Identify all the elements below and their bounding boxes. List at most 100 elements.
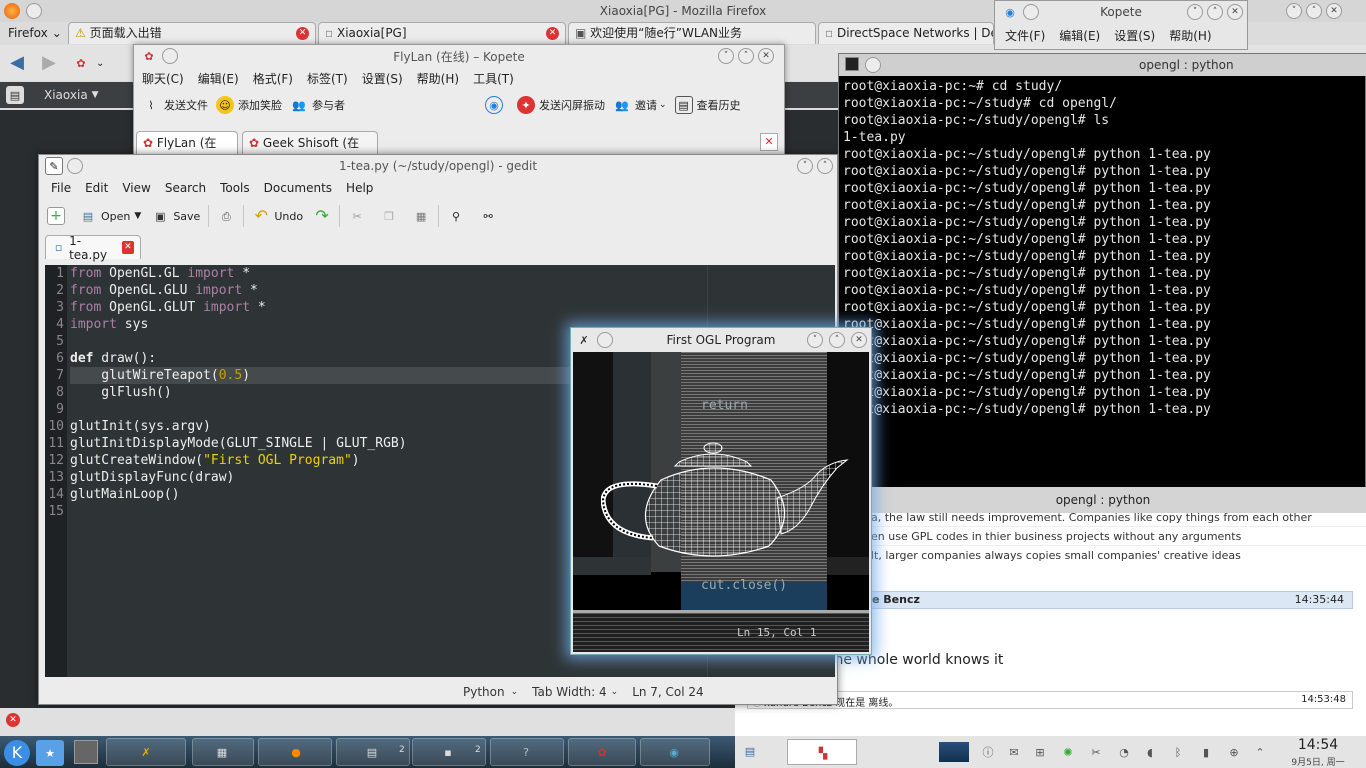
replace-icon[interactable]: ⚯ <box>479 207 497 225</box>
nudge-button[interactable]: 发送闪屏振动 <box>539 97 605 113</box>
menu-documents[interactable]: Documents <box>264 181 332 195</box>
display-icon[interactable]: ▤ <box>741 742 759 760</box>
open-button[interactable]: Open <box>101 210 130 223</box>
firefox-tab-4[interactable]: ▫ DirectSpace Networks | Dec <box>818 22 994 44</box>
battery-icon[interactable]: ▮ <box>1197 743 1215 761</box>
send-file-button[interactable]: 发送文件 <box>164 97 208 113</box>
menu-edit[interactable]: 编辑(E) <box>198 70 239 87</box>
chat-tab-flylan[interactable]: ✿ FlyLan (在线) <box>136 131 238 172</box>
maximize-icon[interactable]: ˄ <box>1306 3 1322 19</box>
task-gimp[interactable]: ✗ <box>106 738 186 766</box>
task-files[interactable]: ▤ 2 <box>336 738 410 766</box>
wifi-icon[interactable]: ◔ <box>1115 743 1133 761</box>
task-kopete[interactable]: ◉ <box>640 738 710 766</box>
chevron-down-icon[interactable]: ⌄ <box>659 100 667 110</box>
terminal-output[interactable]: root@xiaoxia-pc:~# cd study/ root@xiaoxi… <box>843 78 1211 418</box>
participants-button[interactable]: 参与者 <box>312 97 345 113</box>
chevron-down-icon[interactable]: ⌄ <box>611 687 619 697</box>
chat-tab-geek[interactable]: ✿ Geek Shisoft (在线) <box>242 131 378 172</box>
maximize-icon[interactable]: ˄ <box>829 332 845 348</box>
globe-icon[interactable]: ⊕ <box>1225 743 1243 761</box>
task-calc[interactable]: ▦ <box>192 738 254 766</box>
add-smiley-button[interactable]: 添加笑脸 <box>238 97 282 113</box>
task-help[interactable]: ? <box>490 738 564 766</box>
folder-icon[interactable]: ★ <box>36 740 64 766</box>
task-terminal[interactable]: ▪ 2 <box>412 738 486 766</box>
maximize-icon[interactable]: ˄ <box>1207 4 1223 20</box>
task-firefox[interactable]: ● <box>258 738 332 766</box>
history-button[interactable]: 查看历史 <box>697 97 741 113</box>
home-icon[interactable]: ✿ <box>72 54 90 72</box>
close-icon[interactable]: ✕ <box>1326 3 1342 19</box>
kopete-status-icon[interactable]: ◉ <box>485 96 503 114</box>
close-tab-icon[interactable]: ✕ <box>760 133 778 151</box>
forward-icon[interactable]: ▶ <box>40 54 58 72</box>
chevron-down-icon[interactable]: ⌄ <box>96 58 104 69</box>
chevron-down-icon[interactable]: ⌄ <box>511 687 519 697</box>
menu-help[interactable]: Help <box>346 181 373 195</box>
error-icon[interactable]: ✕ <box>6 713 20 727</box>
kde-launcher-icon[interactable]: K <box>4 740 30 766</box>
save-button[interactable]: Save <box>173 210 200 223</box>
close-tab-icon[interactable]: ✕ <box>296 27 309 40</box>
copy-icon[interactable]: ❐ <box>380 207 398 225</box>
tray-arrow-icon[interactable]: ⌃ <box>1251 743 1269 761</box>
scissors-icon[interactable]: ✂ <box>1087 743 1105 761</box>
close-icon[interactable]: ✕ <box>758 48 774 64</box>
firefox-tab-2[interactable]: ▫ Xiaoxia[PG] ✕ <box>318 22 566 44</box>
close-tab-icon[interactable]: ✕ <box>546 27 559 40</box>
undo-button[interactable]: Undo <box>274 210 303 223</box>
menu-tools[interactable]: Tools <box>220 181 250 195</box>
minimize-icon[interactable]: ˅ <box>797 158 813 174</box>
firefox-menu-button[interactable]: Firefox ⌄ <box>0 22 62 44</box>
menu-file[interactable]: 文件(F) <box>1005 27 1045 44</box>
network-icon[interactable]: ⊞ <box>1031 743 1049 761</box>
maximize-icon[interactable]: ˄ <box>817 158 833 174</box>
update-icon[interactable]: ✺ <box>1059 743 1077 761</box>
menu-settings[interactable]: 设置(S) <box>1114 27 1155 44</box>
print-icon[interactable]: ⎙ <box>217 207 235 225</box>
tab-width-selector[interactable]: Tab Width: 4 <box>532 685 606 699</box>
desktop-pager-icon[interactable] <box>74 740 98 764</box>
opengl-canvas[interactable]: return cut.close() Ln 15, Col 1 <box>573 352 869 652</box>
workspace-preview[interactable] <box>939 742 969 762</box>
find-icon[interactable]: ⚲ <box>447 207 465 225</box>
menu-tools[interactable]: 工具(T) <box>473 70 514 87</box>
menu-help[interactable]: 帮助(H) <box>1169 27 1211 44</box>
cut-icon[interactable]: ✂ <box>348 207 366 225</box>
firefox-tab-1[interactable]: ⚠ 页面载入出错 ✕ <box>68 22 316 44</box>
close-icon[interactable]: ✕ <box>851 332 867 348</box>
back-icon[interactable]: ◀ <box>8 54 26 72</box>
window-menu-icon[interactable] <box>865 57 881 73</box>
menu-settings[interactable]: 设置(S) <box>362 70 403 87</box>
volume-icon[interactable]: ◖ <box>1141 743 1159 761</box>
clock-time[interactable]: 14:54 <box>1275 737 1361 753</box>
menu-edit[interactable]: 编辑(E) <box>1059 27 1100 44</box>
language-selector[interactable]: Python <box>463 685 505 699</box>
maximize-icon[interactable]: ˄ <box>738 48 754 64</box>
menu-tabs[interactable]: 标签(T) <box>307 70 348 87</box>
minimize-icon[interactable]: ˅ <box>718 48 734 64</box>
active-task[interactable]: ▚ <box>787 739 857 765</box>
menu-view[interactable]: View <box>122 181 150 195</box>
bookmark-xiaoxia[interactable]: Xiaoxia <box>44 88 88 102</box>
menu-help[interactable]: 帮助(H) <box>417 70 459 87</box>
info-icon[interactable]: ⓘ <box>979 743 997 761</box>
close-tab-icon[interactable]: ✕ <box>121 241 134 254</box>
firefox-tab-3[interactable]: ▣ 欢迎使用“随e行”WLAN业务 <box>568 22 816 44</box>
redo-icon[interactable]: ↷ <box>313 207 331 225</box>
task-kopete-chat[interactable]: ✿ <box>568 738 636 766</box>
menu-chat[interactable]: 聊天(C) <box>142 70 184 87</box>
minimize-icon[interactable]: ˅ <box>1286 3 1302 19</box>
menu-file[interactable]: File <box>51 181 71 195</box>
minimize-icon[interactable]: ˅ <box>1187 4 1203 20</box>
gedit-tab-1-tea[interactable]: ▫ 1-tea.py ✕ <box>45 234 141 262</box>
terminal-tab[interactable]: opengl : python <box>839 487 1366 513</box>
mail-icon[interactable]: ✉ <box>1005 743 1023 761</box>
invite-button[interactable]: 邀请 <box>635 97 657 113</box>
new-document-icon[interactable]: + <box>47 207 65 225</box>
close-icon[interactable]: ✕ <box>1227 4 1243 20</box>
bluetooth-icon[interactable]: ᛒ <box>1169 743 1187 761</box>
chevron-down-icon[interactable]: ▼ <box>134 211 141 221</box>
menu-edit[interactable]: Edit <box>85 181 108 195</box>
